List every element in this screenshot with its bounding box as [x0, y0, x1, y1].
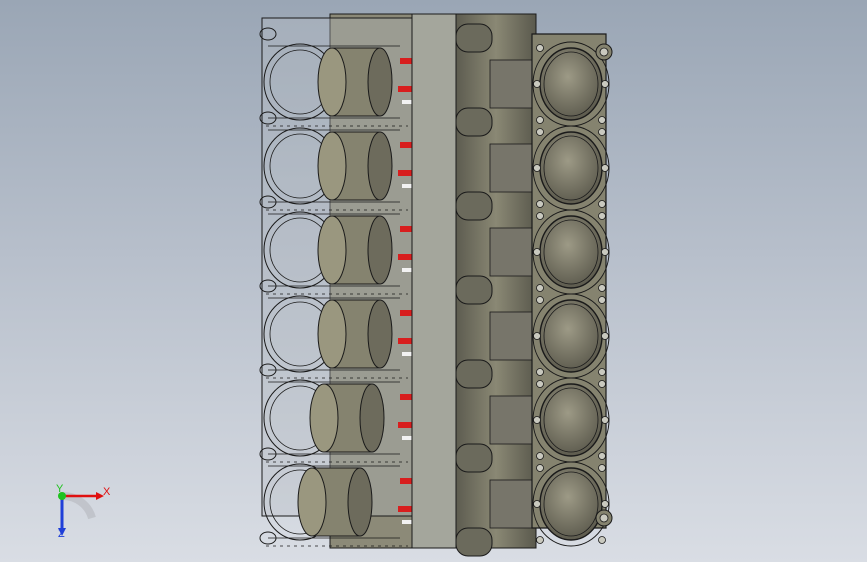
- head-bolt-hole: [536, 116, 544, 124]
- head-bolt-hole: [601, 80, 609, 88]
- jacket-rib: [455, 23, 493, 53]
- y-axis-label: Y: [56, 483, 64, 495]
- head-bolt-hole: [533, 332, 541, 340]
- conrod-accent: [400, 478, 412, 484]
- cylinder-bore: [539, 467, 603, 541]
- deck-ear-hole: [599, 47, 609, 57]
- bearing-cap: [402, 184, 412, 188]
- piston-crown: [297, 467, 327, 537]
- conrod-accent: [400, 226, 412, 232]
- bearing-cap: [402, 520, 412, 524]
- head-bolt-hole: [598, 380, 606, 388]
- piston-skirt: [367, 131, 393, 201]
- cylinder-bore: [539, 215, 603, 289]
- piston-skirt: [367, 47, 393, 117]
- conrod-accent: [400, 394, 412, 400]
- head-bolt-hole: [601, 332, 609, 340]
- head-bolt-hole: [598, 284, 606, 292]
- conrod-accent: [398, 170, 412, 176]
- jacket-rib: [455, 359, 493, 389]
- piston-crown: [317, 215, 347, 285]
- bearing-cap: [402, 268, 412, 272]
- conrod-accent: [400, 142, 412, 148]
- head-bolt-hole: [533, 500, 541, 508]
- deck-ear-hole: [599, 513, 609, 523]
- jacket-panel: [489, 143, 535, 193]
- head-bolt-hole: [533, 80, 541, 88]
- head-bolt-hole: [536, 464, 544, 472]
- jacket-panel: [489, 227, 535, 277]
- head-bolt-hole: [536, 380, 544, 388]
- bearing-cap: [402, 100, 412, 104]
- jacket-rib: [455, 443, 493, 473]
- jacket-rib: [455, 107, 493, 137]
- head-bolt-hole: [601, 248, 609, 256]
- jacket-rib: [455, 275, 493, 305]
- head-bolt-hole: [533, 248, 541, 256]
- piston-crown: [317, 299, 347, 369]
- right-cylinder-bank: [455, 13, 613, 557]
- valley-plate: [411, 13, 457, 549]
- conrod-accent: [398, 506, 412, 512]
- engine-block-model[interactable]: [0, 0, 867, 562]
- head-bolt-hole: [598, 128, 606, 136]
- head-bolt-hole: [598, 464, 606, 472]
- head-bolt-hole: [536, 284, 544, 292]
- bearing-cap: [402, 352, 412, 356]
- left-cylinder-bank: [259, 13, 413, 549]
- piston-skirt: [367, 299, 393, 369]
- head-bolt-hole: [536, 536, 544, 544]
- x-axis-label: X: [103, 486, 111, 498]
- jacket-rib: [455, 527, 493, 557]
- piston-skirt: [347, 467, 373, 537]
- conrod-accent: [398, 422, 412, 428]
- conrod-accent: [398, 254, 412, 260]
- z-axis-label: Z: [58, 528, 65, 540]
- jacket-panel: [489, 395, 535, 445]
- head-bolt-hole: [536, 296, 544, 304]
- jacket-panel: [489, 59, 535, 109]
- conrod-accent: [398, 338, 412, 344]
- head-bolt-hole: [536, 368, 544, 376]
- head-bolt-hole: [598, 296, 606, 304]
- cylinder-bore: [539, 131, 603, 205]
- head-bolt-hole: [536, 212, 544, 220]
- head-bolt-hole: [598, 116, 606, 124]
- cylinder-bore: [539, 383, 603, 457]
- head-bolt-hole: [601, 164, 609, 172]
- head-bolt-hole: [536, 452, 544, 460]
- conrod-accent: [398, 86, 412, 92]
- head-bolt-hole: [598, 452, 606, 460]
- head-bolt-hole: [598, 536, 606, 544]
- piston-crown: [317, 47, 347, 117]
- cylinder-bore: [539, 47, 603, 121]
- head-bolt-hole: [536, 44, 544, 52]
- head-bolt-hole: [533, 416, 541, 424]
- jacket-panel: [489, 479, 535, 529]
- head-bolt-hole: [598, 200, 606, 208]
- piston-skirt: [367, 215, 393, 285]
- head-bolt-hole: [601, 500, 609, 508]
- head-bolt-hole: [601, 416, 609, 424]
- conrod-accent: [400, 58, 412, 64]
- jacket-panel: [489, 311, 535, 361]
- head-bolt-hole: [598, 212, 606, 220]
- piston-crown: [317, 131, 347, 201]
- jacket-rib: [455, 191, 493, 221]
- conrod-accent: [400, 310, 412, 316]
- piston-crown: [309, 383, 339, 453]
- head-bolt-hole: [536, 128, 544, 136]
- head-bolt-hole: [536, 200, 544, 208]
- cylinder-bore: [539, 299, 603, 373]
- head-bolt-hole: [598, 368, 606, 376]
- piston-skirt: [359, 383, 385, 453]
- cad-graphics-viewport[interactable]: X Y Z: [0, 0, 867, 562]
- head-bolt-hole: [533, 164, 541, 172]
- bearing-cap: [402, 436, 412, 440]
